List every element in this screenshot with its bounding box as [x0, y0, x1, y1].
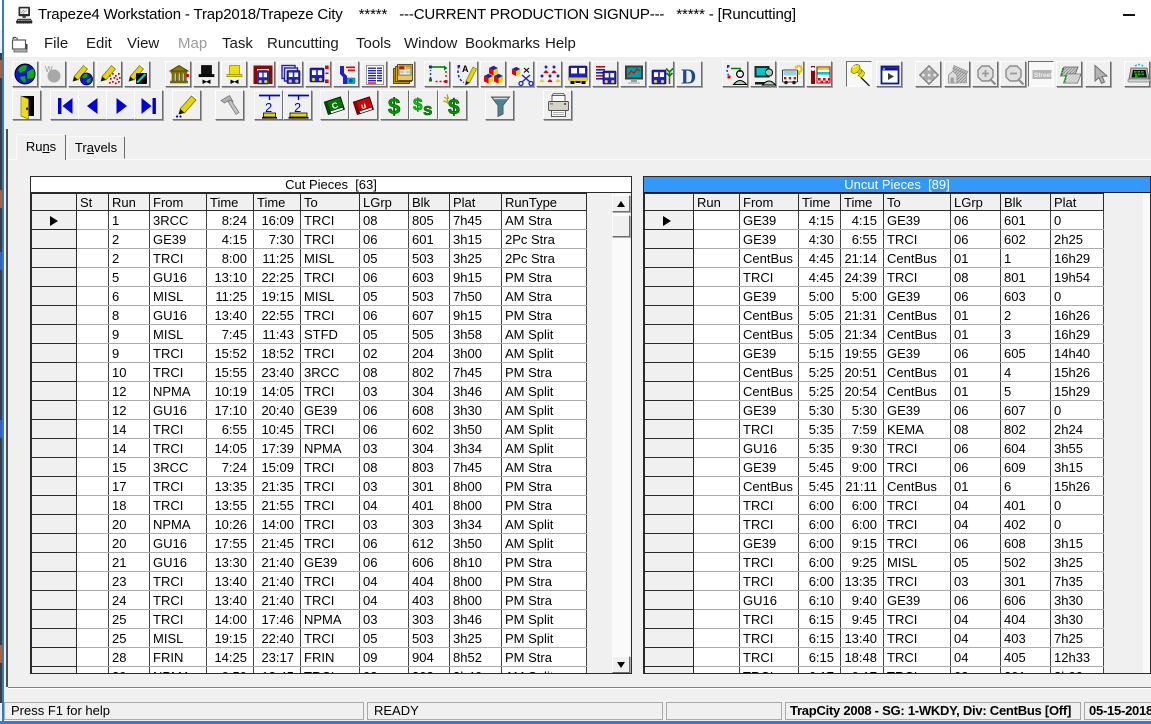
- svg-text:Street: Street: [1034, 72, 1053, 79]
- svg-text:$: $: [388, 94, 400, 119]
- svg-text:s: s: [423, 100, 432, 119]
- svg-text:$: $: [448, 96, 460, 119]
- svg-text:D: D: [681, 65, 696, 89]
- svg-text:A: A: [462, 64, 469, 74]
- svg-text:$: $: [413, 95, 423, 114]
